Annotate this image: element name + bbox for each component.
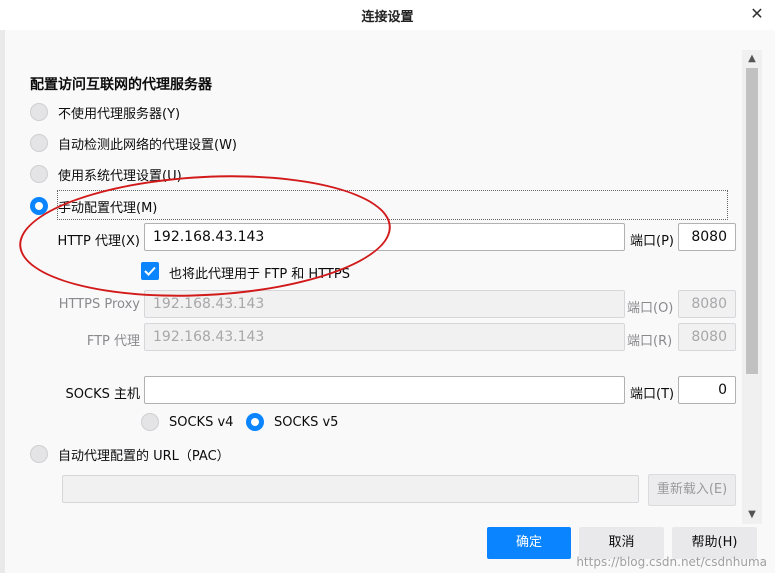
radio-auto-detect-label: 自动检测此网络的代理设置(W) <box>58 137 237 153</box>
socks-v5-label: SOCKS v5 <box>274 414 339 430</box>
radio-no-proxy-label: 不使用代理服务器(Y) <box>58 106 181 122</box>
close-button[interactable]: ✕ <box>747 4 767 24</box>
radio-button-selected[interactable] <box>246 413 264 431</box>
radio-auto-detect[interactable]: 自动检测此网络的代理设置(W) <box>30 132 237 154</box>
scrollbar[interactable]: ▲ ▼ <box>742 50 762 524</box>
http-port-label: 端口(P) <box>630 234 674 249</box>
scroll-thumb[interactable] <box>746 68 758 374</box>
https-port-label: 端口(O) <box>627 301 674 316</box>
ftp-proxy-label: FTP 代理 <box>86 334 140 349</box>
radio-button[interactable] <box>141 413 159 431</box>
socks-v4-option[interactable]: SOCKS v4 <box>141 413 233 431</box>
ok-button[interactable]: 确定 <box>487 527 571 559</box>
title-bar: 连接设置 ✕ <box>0 0 775 30</box>
scroll-down-icon[interactable]: ▼ <box>742 506 762 524</box>
dialog-title: 连接设置 <box>361 10 414 25</box>
scroll-up-icon[interactable]: ▲ <box>742 50 762 68</box>
ftp-port-input[interactable]: 8080 <box>678 323 736 351</box>
socks-host-label: SOCKS 主机 <box>65 387 140 402</box>
socks-port-label: 端口(T) <box>630 387 675 402</box>
socks-port-input[interactable]: 0 <box>678 376 736 404</box>
radio-no-proxy[interactable]: 不使用代理服务器(Y) <box>30 101 180 123</box>
radio-button[interactable] <box>30 134 48 152</box>
http-port-input[interactable]: 8080 <box>678 223 736 251</box>
socks-v5-option[interactable]: SOCKS v5 <box>246 413 338 431</box>
ftp-port-label: 端口(R) <box>627 334 673 349</box>
radio-pac-label: 自动代理配置的 URL（PAC） <box>58 448 230 464</box>
radio-button[interactable] <box>30 445 48 463</box>
pac-url-input[interactable] <box>62 475 639 503</box>
socks-v4-label: SOCKS v4 <box>169 414 234 430</box>
ftp-proxy-input[interactable]: 192.168.43.143 <box>144 323 625 351</box>
reload-button[interactable]: 重新载入(E) <box>648 474 736 506</box>
https-proxy-label: HTTPS Proxy <box>58 297 140 312</box>
radio-button[interactable] <box>30 103 48 121</box>
https-port-input[interactable]: 8080 <box>678 290 736 318</box>
radio-pac[interactable]: 自动代理配置的 URL（PAC） <box>30 443 230 465</box>
radio-button[interactable] <box>30 165 48 183</box>
socks-host-input[interactable] <box>144 376 625 404</box>
watermark: https://blog.csdn.net/csdnhuma <box>576 555 767 569</box>
section-title: 配置访问互联网的代理服务器 <box>30 77 212 93</box>
